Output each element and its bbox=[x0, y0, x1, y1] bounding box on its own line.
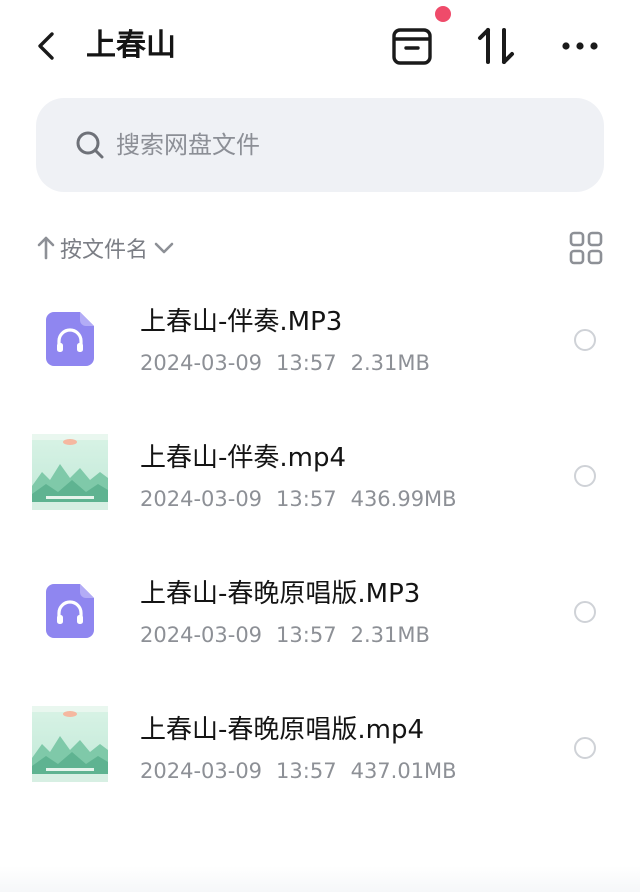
select-radio[interactable] bbox=[574, 329, 596, 351]
file-name: 上春山-伴奏.MP3 bbox=[140, 307, 343, 337]
chevron-down-icon bbox=[154, 242, 174, 254]
file-meta: 2024-03-09 13:57 2.31MB bbox=[140, 346, 444, 380]
archive-box-icon[interactable] bbox=[388, 22, 436, 70]
file-time: 13:57 bbox=[276, 759, 337, 783]
file-time: 13:57 bbox=[276, 623, 337, 647]
arrow-up-icon bbox=[37, 236, 55, 260]
file-size: 2.31MB bbox=[350, 623, 430, 647]
more-dots-icon[interactable] bbox=[556, 22, 604, 70]
file-meta: 2024-03-09 13:57 2.31MB bbox=[140, 618, 444, 652]
file-row[interactable]: 上春山-春晚原唱版.MP3 2024-03-09 13:57 2.31MB bbox=[0, 544, 640, 680]
file-size: 437.01MB bbox=[350, 759, 457, 783]
file-size: 436.99MB bbox=[350, 487, 457, 511]
file-time: 13:57 bbox=[276, 487, 337, 511]
sort-row: 按文件名 bbox=[36, 228, 604, 268]
file-date: 2024-03-09 bbox=[140, 351, 263, 375]
file-time: 13:57 bbox=[276, 351, 337, 375]
file-list: 上春山-伴奏.MP3 2024-03-09 13:57 2.31MB 上春山-伴奏.… bbox=[0, 272, 640, 816]
transfer-arrows-icon[interactable] bbox=[472, 22, 520, 70]
select-radio[interactable] bbox=[574, 601, 596, 623]
select-radio[interactable] bbox=[574, 737, 596, 759]
search-bar[interactable]: 搜索网盘文件 bbox=[36, 98, 604, 192]
file-date: 2024-03-09 bbox=[140, 487, 263, 511]
file-row[interactable]: 上春山-伴奏.mp4 2024-03-09 13:57 436.99MB bbox=[0, 408, 640, 544]
video-thumbnail bbox=[32, 434, 108, 510]
video-thumbnail bbox=[32, 706, 108, 782]
file-row[interactable]: 上春山-伴奏.MP3 2024-03-09 13:57 2.31MB bbox=[0, 272, 640, 408]
file-name: 上春山-春晚原唱版.MP3 bbox=[140, 579, 421, 609]
back-chevron-icon[interactable] bbox=[30, 26, 66, 66]
file-date: 2024-03-09 bbox=[140, 759, 263, 783]
audio-file-icon bbox=[46, 584, 94, 638]
notification-dot bbox=[435, 6, 451, 22]
top-bar: 上春山 bbox=[0, 0, 640, 92]
file-meta: 2024-03-09 13:57 436.99MB bbox=[140, 482, 471, 516]
file-date: 2024-03-09 bbox=[140, 623, 263, 647]
file-meta: 2024-03-09 13:57 437.01MB bbox=[140, 754, 471, 788]
file-row[interactable]: 上春山-春晚原唱版.mp4 2024-03-09 13:57 437.01MB bbox=[0, 680, 640, 816]
page-title: 上春山 bbox=[86, 28, 176, 63]
file-name: 上春山-伴奏.mp4 bbox=[140, 443, 347, 473]
file-size: 2.31MB bbox=[350, 351, 430, 375]
file-name: 上春山-春晚原唱版.mp4 bbox=[140, 715, 425, 745]
sort-by-name-button[interactable]: 按文件名 bbox=[36, 228, 176, 268]
grid-view-icon[interactable] bbox=[568, 230, 604, 266]
sort-label: 按文件名 bbox=[60, 238, 149, 263]
search-placeholder: 搜索网盘文件 bbox=[116, 131, 260, 159]
audio-file-icon bbox=[46, 312, 94, 366]
search-icon bbox=[76, 131, 104, 159]
bottom-edge bbox=[0, 866, 640, 892]
select-radio[interactable] bbox=[574, 465, 596, 487]
